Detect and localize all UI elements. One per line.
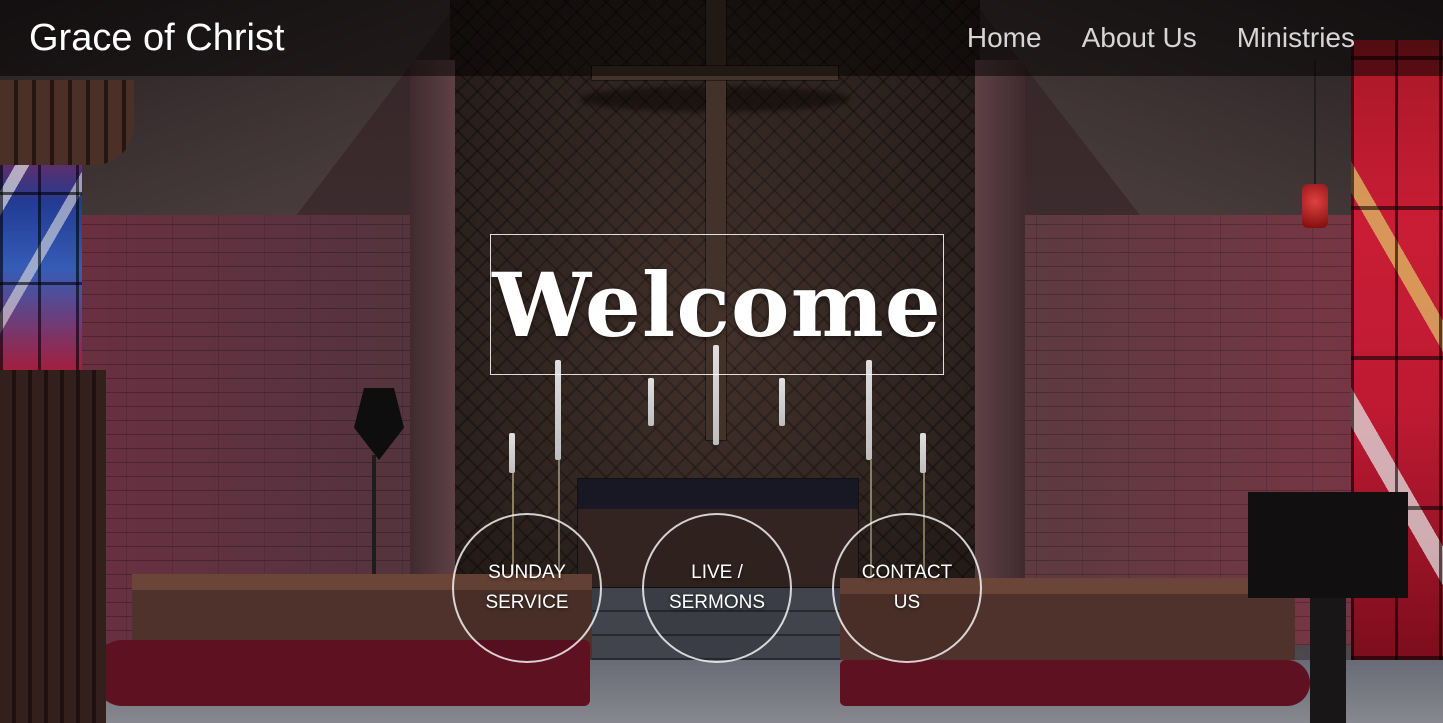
contact-us-label: CONTACT US bbox=[861, 562, 953, 613]
nav-links: Home About Us Ministries bbox=[967, 22, 1355, 54]
welcome-banner: Welcome bbox=[490, 234, 944, 375]
top-navbar: Grace of Christ Home About Us Ministries bbox=[0, 0, 1443, 76]
sunday-service-button[interactable]: SUNDAY SERVICE bbox=[452, 513, 602, 663]
brand-link[interactable]: Grace of Christ bbox=[29, 17, 285, 60]
live-sermons-button[interactable]: LIVE / SERMONS bbox=[642, 513, 792, 663]
sunday-service-label: SUNDAY SERVICE bbox=[485, 562, 569, 613]
nav-link-home[interactable]: Home bbox=[967, 22, 1042, 54]
nav-link-ministries[interactable]: Ministries bbox=[1237, 22, 1355, 54]
welcome-heading: Welcome bbox=[492, 252, 942, 357]
contact-us-button[interactable]: CONTACT US bbox=[832, 513, 982, 663]
nav-link-about-us[interactable]: About Us bbox=[1082, 22, 1197, 54]
live-sermons-label: LIVE / SERMONS bbox=[668, 562, 766, 613]
